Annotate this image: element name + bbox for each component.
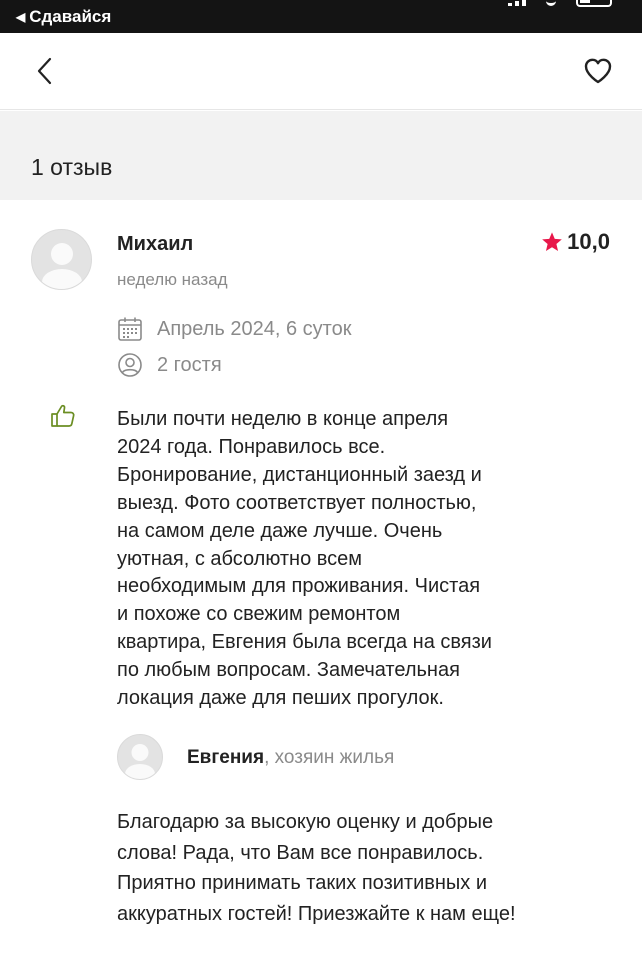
owner-name: Евгения [187,747,265,768]
status-bar: ◀ Сдавайся [0,0,642,33]
back-triangle-icon: ◀ [16,10,26,24]
owner-role: , хозяин жилья [264,747,395,768]
review-text-line: 2024 года. Понравилось все. [117,435,386,458]
review-text-line: на самом деле даже лучше. Очень [117,519,443,542]
favorite-button[interactable] [582,55,614,87]
review-date: неделю назад [117,270,228,289]
battery-icon [576,0,612,7]
owner-avatar [117,734,163,780]
review-text-line: Были почти неделю в конце апреля [117,408,449,430]
reviews-header: 1 отзыв [0,111,642,200]
reply-text-line: слова! Рада, что Вам все понравилось. [117,841,484,864]
back-to-app-link[interactable]: ◀ Сдавайся [16,7,111,27]
status-indicators [508,0,612,8]
star-icon [542,232,562,251]
wifi-icon [546,0,556,6]
review-text: Были почти неделю в конце апреля 2024 го… [117,406,567,713]
like-icon [50,403,76,429]
rating: 10,0 [541,229,610,255]
heart-icon [584,58,612,84]
chevron-left-icon [37,57,52,85]
review-card: Михаил 10,0 неделю назад Апрель 2024, 6 … [0,200,642,960]
review-text-line: квартира, Евгения была всегда на связи [117,631,492,654]
review-text-line: по любым вопросам. Замечательная [117,659,460,682]
stay-dates-text: Апрель 2024, 6 суток [157,317,352,340]
reply-text-line: аккуратных гостей! Приезжайте к нам еще! [117,902,516,925]
review-text-line: необходимым для проживания. Чистая [117,575,481,598]
guests-count: 2 гостя [117,352,222,378]
calendar-icon [118,317,142,341]
stay-dates: Апрель 2024, 6 суток [117,316,352,342]
guests-text: 2 гостя [157,353,222,376]
user-icon [118,353,142,377]
reply-text-line: Приятно принимать таких позитивных и [117,872,488,894]
review-text-line: выезд. Фото соответствует полностью, [117,491,477,514]
nav-bar [0,33,642,110]
reviews-count: 1 отзыв [31,154,113,180]
owner-reply-author: Евгения, хозяин жилья [187,747,394,769]
rating-value: 10,0 [567,229,610,254]
review-text-line: Бронирование, дистанционный заезд и [117,463,482,486]
author-avatar [31,229,92,290]
owner-reply-text: Благодарю за высокую оценку и добрые сло… [117,807,597,929]
reply-text-line: Благодарю за высокую оценку и добрые [117,811,494,833]
review-text-line: и похоже со свежим ремонтом [117,603,401,626]
signal-icon [508,0,526,6]
review-text-line: уютная, с абсолютно всем [117,547,363,570]
review-text-line: локация даже для пеших прогулок. [117,687,444,710]
back-button[interactable] [30,55,62,87]
author-name: Михаил [117,233,194,255]
back-app-label: Сдавайся [29,7,112,26]
